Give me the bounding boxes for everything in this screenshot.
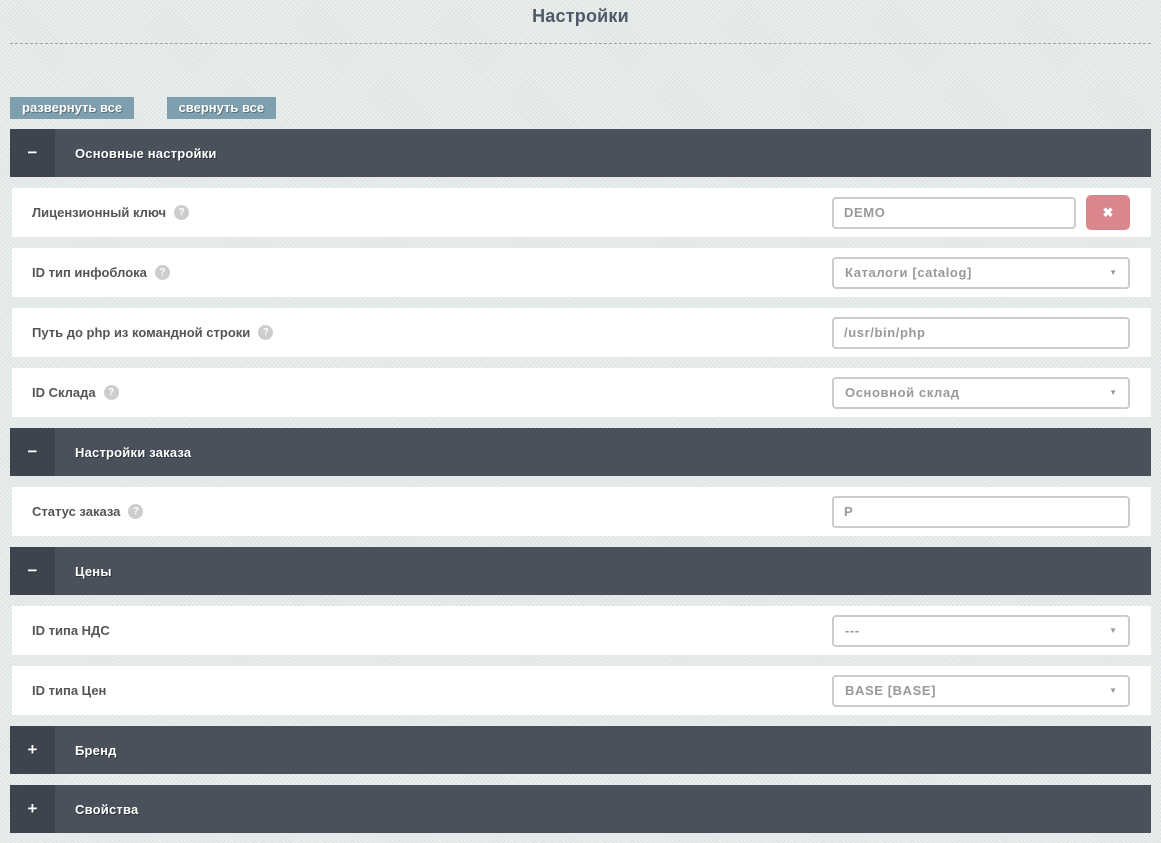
section-rows: Лицензионный ключ ? ✖ ID тип инфоблока ?… xyxy=(0,188,1161,417)
field-label-wrap: Путь до php из командной строки ? xyxy=(12,325,273,340)
field-label: ID Склада xyxy=(32,385,96,400)
help-icon[interactable]: ? xyxy=(174,205,189,220)
section-header[interactable]: − Цены xyxy=(10,547,1151,595)
section-title: Цены xyxy=(75,564,112,579)
settings-row: Путь до php из командной строки ? xyxy=(12,308,1151,357)
help-icon[interactable]: ? xyxy=(104,385,119,400)
field-control: Основной склад ▼ xyxy=(832,377,1130,409)
field-label: ID типа Цен xyxy=(32,683,106,698)
select-value: Каталоги [catalog] xyxy=(845,265,972,280)
section-header[interactable]: − Настройки заказа xyxy=(10,428,1151,476)
expand-all-button[interactable]: развернуть все xyxy=(10,97,134,119)
section: + Свойства xyxy=(0,785,1161,833)
select-value: --- xyxy=(845,623,860,638)
settings-row: ID типа НДС --- ▼ xyxy=(12,606,1151,655)
collapse-all-button[interactable]: свернуть все xyxy=(167,97,277,119)
field-label-wrap: ID тип инфоблока ? xyxy=(12,265,170,280)
field-label: ID типа НДС xyxy=(32,623,110,638)
section: − Настройки заказа Статус заказа ? xyxy=(0,428,1161,536)
settings-row: ID тип инфоблока ? Каталоги [catalog] ▼ xyxy=(12,248,1151,297)
help-icon[interactable]: ? xyxy=(155,265,170,280)
text-input[interactable] xyxy=(832,496,1130,528)
settings-page: Настройки развернуть все свернуть все − … xyxy=(0,0,1161,833)
help-icon[interactable]: ? xyxy=(258,325,273,340)
field-label: Лицензионный ключ xyxy=(32,205,166,220)
chevron-down-icon: ▼ xyxy=(1109,388,1117,397)
dashed-divider xyxy=(10,43,1151,44)
section-rows: ID типа НДС --- ▼ ID типа Цен BASE [BASE]… xyxy=(0,606,1161,715)
field-control: ✖ xyxy=(832,195,1130,230)
section-title: Бренд xyxy=(75,743,117,758)
settings-row: ID Склада ? Основной склад ▼ xyxy=(12,368,1151,417)
section: + Бренд xyxy=(0,726,1161,774)
field-label-wrap: Лицензионный ключ ? xyxy=(12,205,189,220)
field-control: Каталоги [catalog] ▼ xyxy=(832,257,1130,289)
section: − Основные настройки Лицензионный ключ ?… xyxy=(0,129,1161,417)
select-value: BASE [BASE] xyxy=(845,683,936,698)
help-icon[interactable]: ? xyxy=(128,504,143,519)
section-header[interactable]: − Основные настройки xyxy=(10,129,1151,177)
clear-button[interactable]: ✖ xyxy=(1086,195,1130,230)
field-control xyxy=(832,496,1130,528)
chevron-down-icon: ▼ xyxy=(1109,686,1117,695)
x-icon: ✖ xyxy=(1103,205,1114,221)
field-label: ID тип инфоблока xyxy=(32,265,147,280)
field-label: Путь до php из командной строки xyxy=(32,325,250,340)
field-control: BASE [BASE] ▼ xyxy=(832,675,1130,707)
settings-row: Статус заказа ? xyxy=(12,487,1151,536)
toolbar: развернуть все свернуть все xyxy=(10,97,1161,119)
minus-icon[interactable]: − xyxy=(10,428,55,476)
section-title: Настройки заказа xyxy=(75,445,191,460)
select-dropdown[interactable]: BASE [BASE] ▼ xyxy=(832,675,1130,707)
field-label-wrap: ID Склада ? xyxy=(12,385,119,400)
section-title: Свойства xyxy=(75,802,138,817)
minus-icon[interactable]: − xyxy=(10,129,55,177)
plus-icon[interactable]: + xyxy=(10,726,55,774)
field-control: --- ▼ xyxy=(832,615,1130,647)
field-control xyxy=(832,317,1130,349)
chevron-down-icon: ▼ xyxy=(1109,268,1117,277)
select-dropdown[interactable]: Каталоги [catalog] ▼ xyxy=(832,257,1130,289)
select-dropdown[interactable]: Основной склад ▼ xyxy=(832,377,1130,409)
section-header[interactable]: + Свойства xyxy=(10,785,1151,833)
sections-container: − Основные настройки Лицензионный ключ ?… xyxy=(0,129,1161,833)
field-label-wrap: ID типа НДС xyxy=(12,623,110,638)
field-label-wrap: Статус заказа ? xyxy=(12,504,143,519)
select-value: Основной склад xyxy=(845,385,960,400)
field-label-wrap: ID типа Цен xyxy=(12,683,106,698)
section-header[interactable]: + Бренд xyxy=(10,726,1151,774)
field-label: Статус заказа xyxy=(32,504,120,519)
page-title: Настройки xyxy=(0,0,1161,27)
minus-icon[interactable]: − xyxy=(10,547,55,595)
chevron-down-icon: ▼ xyxy=(1109,626,1117,635)
text-input[interactable] xyxy=(832,317,1130,349)
settings-row: Лицензионный ключ ? ✖ xyxy=(12,188,1151,237)
section-title: Основные настройки xyxy=(75,146,217,161)
select-dropdown[interactable]: --- ▼ xyxy=(832,615,1130,647)
section: − Цены ID типа НДС --- ▼ ID типа Цен BASE… xyxy=(0,547,1161,715)
text-input[interactable] xyxy=(832,197,1076,229)
settings-row: ID типа Цен BASE [BASE] ▼ xyxy=(12,666,1151,715)
plus-icon[interactable]: + xyxy=(10,785,55,833)
section-rows: Статус заказа ? xyxy=(0,487,1161,536)
